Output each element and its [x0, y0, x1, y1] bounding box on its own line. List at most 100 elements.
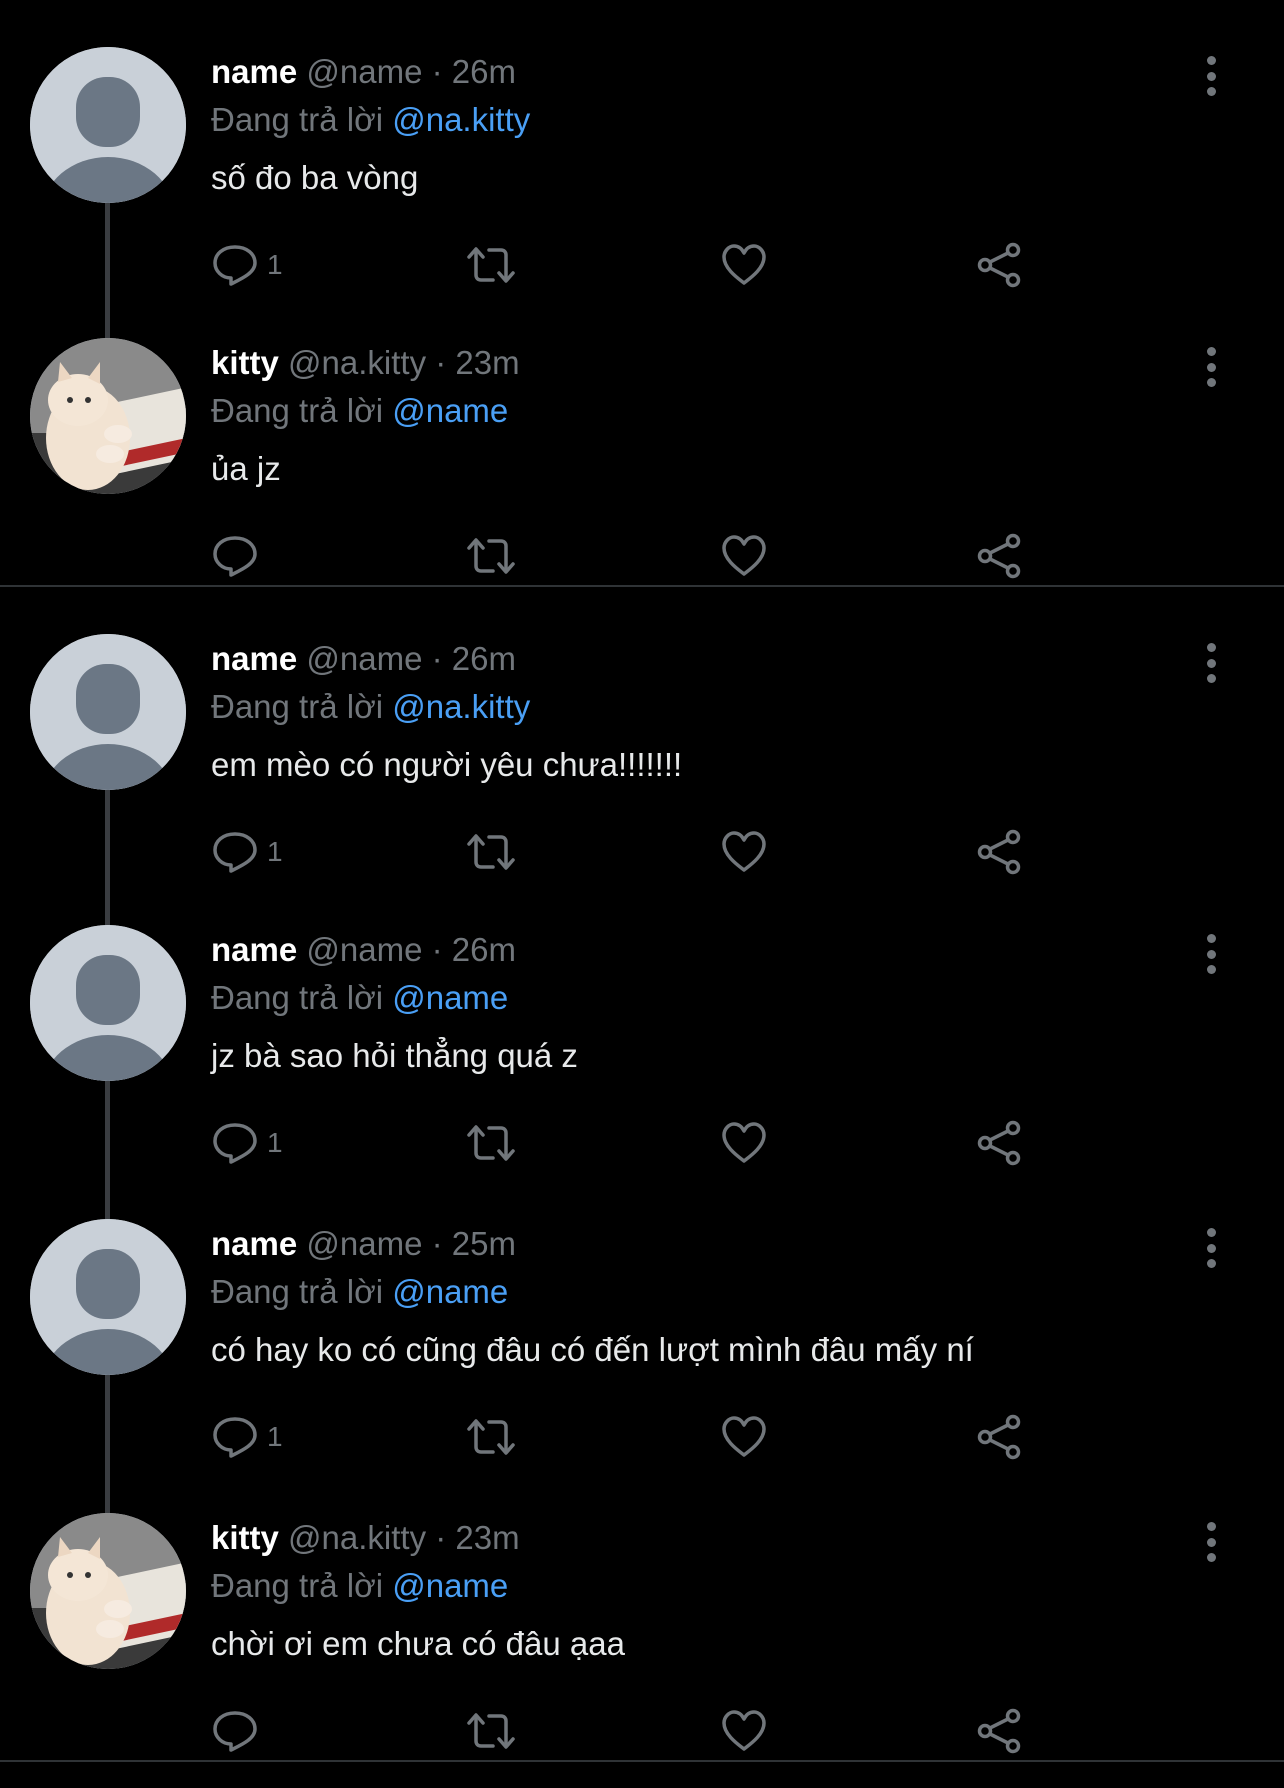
share-button[interactable] — [975, 531, 1023, 581]
replying-to-line: Đang trả lời @name — [211, 1270, 1184, 1314]
tweet-header: name @name · 26m — [211, 928, 1184, 972]
share-button[interactable] — [975, 1412, 1023, 1462]
display-name[interactable]: name — [211, 640, 297, 677]
more-options-icon[interactable] — [1196, 643, 1226, 683]
reply-mention-link[interactable]: @name — [392, 1273, 508, 1310]
separator-dot: · — [435, 1519, 447, 1556]
user-handle[interactable]: @name — [306, 640, 422, 677]
tweet[interactable]: kitty @na.kitty · 23m Đang trả lời @name c… — [0, 1466, 1284, 1760]
heart-icon — [721, 1121, 767, 1165]
thread: name @name · 26m Đang trả lời @na.kitty số… — [0, 0, 1284, 587]
reply-button[interactable]: 1 — [211, 827, 283, 877]
tweet[interactable]: name @name · 26m Đang trả lời @na.kitty số… — [0, 0, 1284, 341]
like-button[interactable] — [721, 1412, 767, 1462]
share-icon — [975, 1120, 1023, 1166]
tweet-content: kitty @na.kitty · 23m Đang trả lời @name c… — [211, 1516, 1184, 1666]
share-button[interactable] — [975, 1706, 1023, 1756]
reply-icon — [211, 1415, 259, 1459]
more-options-icon[interactable] — [1196, 934, 1226, 974]
retweet-button[interactable] — [465, 827, 517, 877]
display-name[interactable]: name — [211, 1225, 297, 1262]
user-handle[interactable]: @name — [306, 53, 422, 90]
retweet-button[interactable] — [465, 1706, 517, 1756]
share-icon — [975, 242, 1023, 288]
tweet[interactable]: name @name · 26m Đang trả lời @name jz bà … — [0, 878, 1284, 1219]
user-handle[interactable]: @na.kitty — [288, 344, 426, 381]
more-options-icon[interactable] — [1196, 1522, 1226, 1562]
display-name[interactable]: name — [211, 53, 297, 90]
reply-mention-link[interactable]: @name — [392, 1567, 508, 1604]
retweet-button[interactable] — [465, 240, 517, 290]
tweet-content: name @name · 26m Đang trả lời @na.kitty số… — [211, 50, 1184, 200]
timestamp[interactable]: 23m — [455, 344, 519, 381]
avatar[interactable] — [30, 1513, 186, 1669]
retweet-icon — [465, 830, 517, 874]
retweet-icon — [465, 243, 517, 287]
tweet-actions — [211, 1706, 1071, 1756]
tweet-actions: 1 — [211, 827, 1071, 877]
retweet-button[interactable] — [465, 1412, 517, 1462]
display-name[interactable]: kitty — [211, 1519, 279, 1556]
reply-button[interactable]: 1 — [211, 1412, 283, 1462]
user-handle[interactable]: @na.kitty — [288, 1519, 426, 1556]
tweet-text: số đo ba vòng — [211, 159, 419, 196]
avatar[interactable] — [30, 1219, 186, 1375]
reply-mention-link[interactable]: @name — [392, 392, 508, 429]
timestamp[interactable]: 26m — [452, 53, 516, 90]
timestamp[interactable]: 25m — [452, 1225, 516, 1262]
avatar[interactable] — [30, 925, 186, 1081]
timestamp[interactable]: 26m — [452, 640, 516, 677]
user-handle[interactable]: @name — [306, 1225, 422, 1262]
user-handle[interactable]: @name — [306, 931, 422, 968]
reply-button[interactable] — [211, 531, 267, 581]
reply-mention-link[interactable]: @na.kitty — [392, 101, 530, 138]
like-button[interactable] — [721, 1118, 767, 1168]
share-button[interactable] — [975, 240, 1023, 290]
separator-dot: · — [435, 344, 447, 381]
avatar[interactable] — [30, 47, 186, 203]
share-button[interactable] — [975, 1118, 1023, 1168]
more-options-icon[interactable] — [1196, 347, 1226, 387]
retweet-button[interactable] — [465, 1118, 517, 1168]
tweet-actions: 1 — [211, 1412, 1071, 1462]
tweet[interactable]: name @name · 25m Đang trả lời @name có hay… — [0, 1172, 1284, 1513]
reply-button[interactable]: 1 — [211, 1118, 283, 1168]
reply-icon — [211, 243, 259, 287]
reply-button[interactable]: 1 — [211, 240, 283, 290]
reply-icon — [211, 1121, 259, 1165]
tweet[interactable]: kitty @na.kitty · 23m Đang trả lời @name ủ… — [0, 291, 1284, 585]
tweet-text: chời ơi em chưa có đâu ạaa — [211, 1625, 625, 1662]
reply-icon — [211, 1709, 259, 1753]
like-button[interactable] — [721, 531, 767, 581]
heart-icon — [721, 830, 767, 874]
tweet-actions — [211, 531, 1071, 581]
share-button[interactable] — [975, 827, 1023, 877]
replying-to-label: Đang trả lời — [211, 979, 384, 1016]
like-button[interactable] — [721, 827, 767, 877]
timestamp[interactable]: 26m — [452, 931, 516, 968]
tweet-content: name @name · 26m Đang trả lời @name jz bà … — [211, 928, 1184, 1078]
reply-mention-link[interactable]: @na.kitty — [392, 688, 530, 725]
tweet-content: kitty @na.kitty · 23m Đang trả lời @name ủ… — [211, 341, 1184, 491]
avatar[interactable] — [30, 338, 186, 494]
retweet-icon — [465, 534, 517, 578]
replying-to-line: Đang trả lời @na.kitty — [211, 98, 1184, 142]
like-button[interactable] — [721, 1706, 767, 1756]
tweet-text: có hay ko có cũng đâu có đến lượt mình đ… — [211, 1331, 974, 1368]
more-options-icon[interactable] — [1196, 56, 1226, 96]
heart-icon — [721, 1709, 767, 1753]
display-name[interactable]: kitty — [211, 344, 279, 381]
separator-dot: · — [431, 53, 443, 90]
tweet-header: name @name · 26m — [211, 50, 1184, 94]
heart-icon — [721, 243, 767, 287]
like-button[interactable] — [721, 240, 767, 290]
retweet-button[interactable] — [465, 531, 517, 581]
timestamp[interactable]: 23m — [455, 1519, 519, 1556]
reply-button[interactable] — [211, 1706, 267, 1756]
display-name[interactable]: name — [211, 931, 297, 968]
tweet[interactable]: name @name · 26m Đang trả lời @na.kitty em… — [0, 587, 1284, 928]
more-options-icon[interactable] — [1196, 1228, 1226, 1268]
reply-mention-link[interactable]: @name — [392, 979, 508, 1016]
conversation-feed: name @name · 26m Đang trả lời @na.kitty số… — [0, 0, 1284, 1762]
avatar[interactable] — [30, 634, 186, 790]
